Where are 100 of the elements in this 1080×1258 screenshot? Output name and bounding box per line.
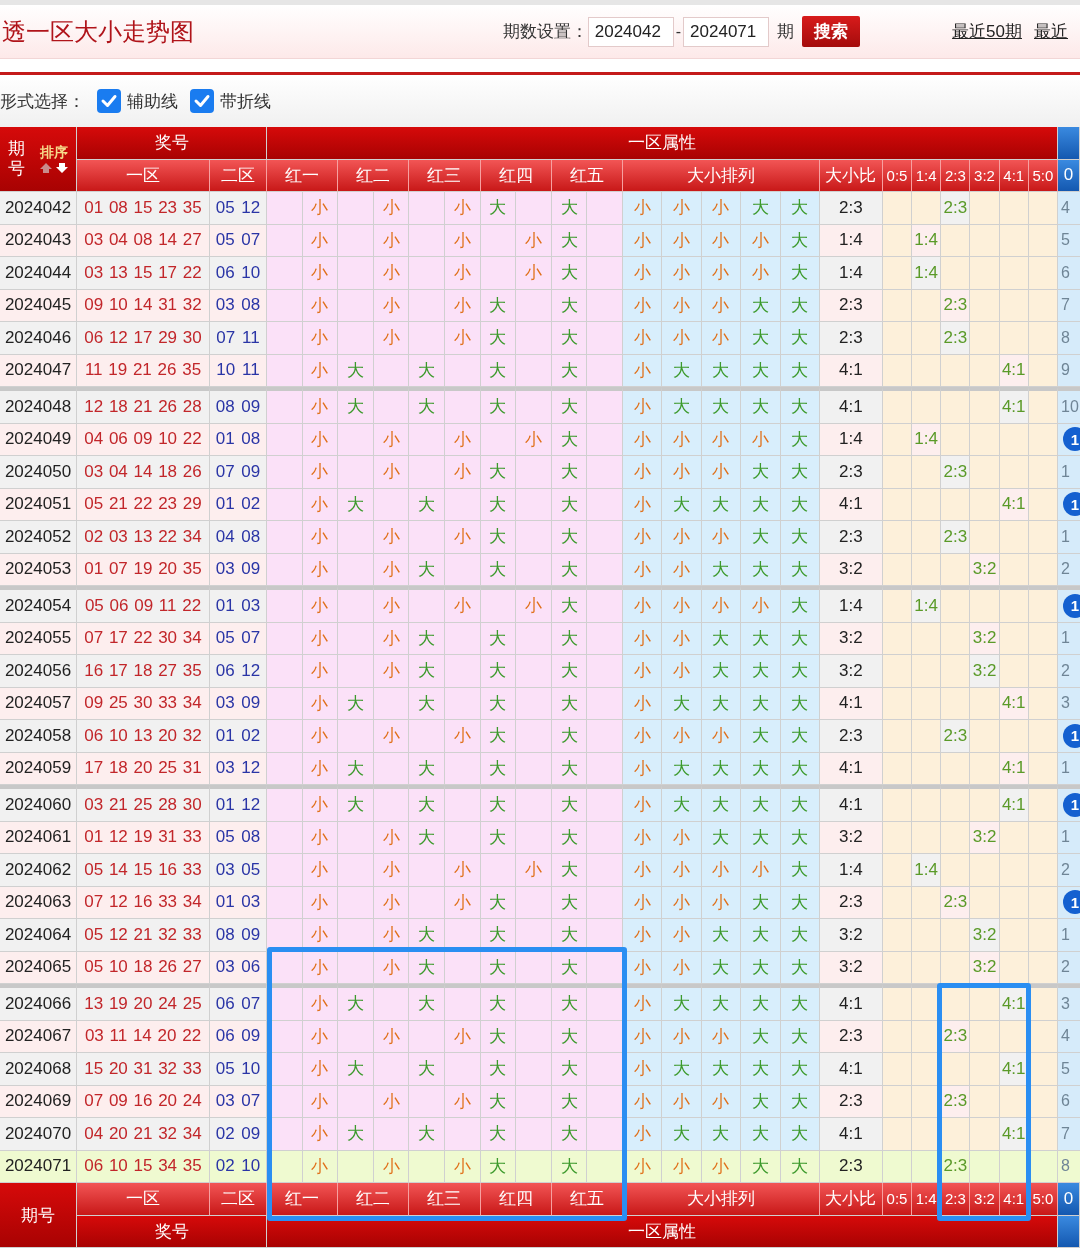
table-cell: 小 <box>302 456 339 489</box>
table-cell: 小 <box>662 951 702 984</box>
table-cell: 大 <box>551 785 588 822</box>
table-cell: 大 <box>741 456 781 489</box>
table-cell: 大 <box>741 322 781 355</box>
period-cell: 2024046 <box>0 322 77 355</box>
bonus-numbers: 07 09 <box>210 456 267 489</box>
header-cell <box>1058 1215 1080 1248</box>
checkbox[interactable] <box>97 89 121 113</box>
table-cell: 大 <box>741 886 781 919</box>
table-cell <box>516 752 552 785</box>
table-cell: 小 <box>662 586 702 623</box>
table-cell: 小 <box>622 192 663 225</box>
table-cell <box>516 886 552 919</box>
winning-numbers: 05 14 15 16 33 <box>77 854 210 887</box>
table-cell: 大 <box>741 951 781 984</box>
period-cell: 2024049 <box>0 423 77 456</box>
ratio-mark: 3:2 <box>970 919 1000 952</box>
ratio-mark: 3:2 <box>970 655 1000 688</box>
table-cell: 大 <box>551 984 588 1021</box>
sort-label[interactable]: 排序 <box>39 143 68 161</box>
count-badge: 1 <box>1063 792 1080 817</box>
table-cell <box>267 257 303 290</box>
table-cell <box>516 1085 552 1118</box>
checkbox-label[interactable]: 带折线 <box>220 89 271 113</box>
table-cell: 小 <box>662 854 702 887</box>
sort-arrows-icon[interactable] <box>38 162 69 175</box>
bonus-numbers: 05 12 <box>210 192 267 225</box>
range-link[interactable]: 最近 <box>1034 20 1068 43</box>
table-cell <box>267 655 303 688</box>
table-cell <box>516 387 552 424</box>
bonus-numbers: 07 11 <box>210 322 267 355</box>
table-cell: 小 <box>444 322 481 355</box>
table-cell <box>587 387 623 424</box>
table-cell <box>409 1085 445 1118</box>
winning-numbers: 04 20 21 32 34 <box>77 1118 210 1151</box>
table-cell: 1 <box>1058 456 1080 489</box>
checkbox-label[interactable]: 辅助线 <box>127 89 178 113</box>
table-cell: 小 <box>741 257 781 290</box>
table-cell <box>444 984 481 1021</box>
column-header: 红四 <box>480 1183 552 1216</box>
bonus-numbers: 01 03 <box>210 886 267 919</box>
period-cell: 2024053 <box>0 553 77 586</box>
table-cell: 大 <box>338 687 374 720</box>
winning-numbers: 05 21 22 23 29 <box>77 488 210 521</box>
table-cell: 小 <box>444 521 481 554</box>
table-cell <box>587 785 623 822</box>
table-cell <box>516 720 552 753</box>
table-cell <box>587 951 623 984</box>
period-cell: 2024056 <box>0 655 77 688</box>
table-cell: 小 <box>622 257 663 290</box>
option-label: 形式选择： <box>0 90 85 113</box>
table-cell <box>338 622 374 655</box>
table-cell: 大 <box>409 1053 445 1086</box>
table-cell <box>444 1053 481 1086</box>
ratio-cell: 2:3 <box>819 1020 883 1053</box>
search-button[interactable]: 搜索 <box>802 16 861 47</box>
table-cell <box>267 785 303 822</box>
winning-numbers: 07 17 22 30 34 <box>77 622 210 655</box>
table-cell <box>516 521 552 554</box>
ratio-mark: 3:2 <box>970 553 1000 586</box>
table-cell: 大 <box>409 387 445 424</box>
bonus-numbers: 02 09 <box>210 1118 267 1151</box>
column-header: 0:5 <box>882 1183 913 1216</box>
input-field[interactable]: 2024042 <box>587 16 674 47</box>
count-badge: 1 <box>1063 427 1080 452</box>
page-title: 透一区大小走势图 <box>1 16 194 48</box>
table-cell: 小 <box>741 423 781 456</box>
table-cell <box>444 387 481 424</box>
table-cell <box>267 687 303 720</box>
checkbox[interactable] <box>190 89 214 113</box>
table-cell: 1 <box>1058 521 1080 554</box>
table-cell: 2 <box>1058 553 1080 586</box>
ratio-cell: 3:2 <box>819 553 883 586</box>
bonus-numbers: 03 12 <box>210 752 267 785</box>
bonus-numbers: 10 11 <box>210 354 267 387</box>
table-cell: 小 <box>302 984 339 1021</box>
table-cell: 5 <box>1058 224 1080 257</box>
table-cell <box>587 553 623 586</box>
table-cell: 6 <box>1058 257 1080 290</box>
table-cell: 小 <box>302 1053 339 1086</box>
input-field[interactable]: 2024071 <box>683 16 770 47</box>
period-cell: 2024051 <box>0 488 77 521</box>
table-cell <box>480 257 517 290</box>
table-cell: 大 <box>741 687 781 720</box>
table-cell: 大 <box>409 488 445 521</box>
table-cell: 大 <box>338 387 374 424</box>
checkmark-icon <box>100 92 118 110</box>
table-cell: 1 <box>1058 919 1080 952</box>
ratio-cell: 2:3 <box>819 322 883 355</box>
column-header: 0 <box>1058 1183 1080 1216</box>
table-cell <box>587 1085 623 1118</box>
column-header: 红五 <box>551 1183 623 1216</box>
table-cell: 小 <box>302 192 339 225</box>
range-link[interactable]: 最近50期 <box>952 20 1022 43</box>
table-cell <box>587 354 623 387</box>
period-cell: 2024059 <box>0 752 77 785</box>
table-cell: 2 <box>1058 951 1080 984</box>
column-header: 3:2 <box>970 159 1000 192</box>
period-cell: 2024071 <box>0 1150 77 1183</box>
